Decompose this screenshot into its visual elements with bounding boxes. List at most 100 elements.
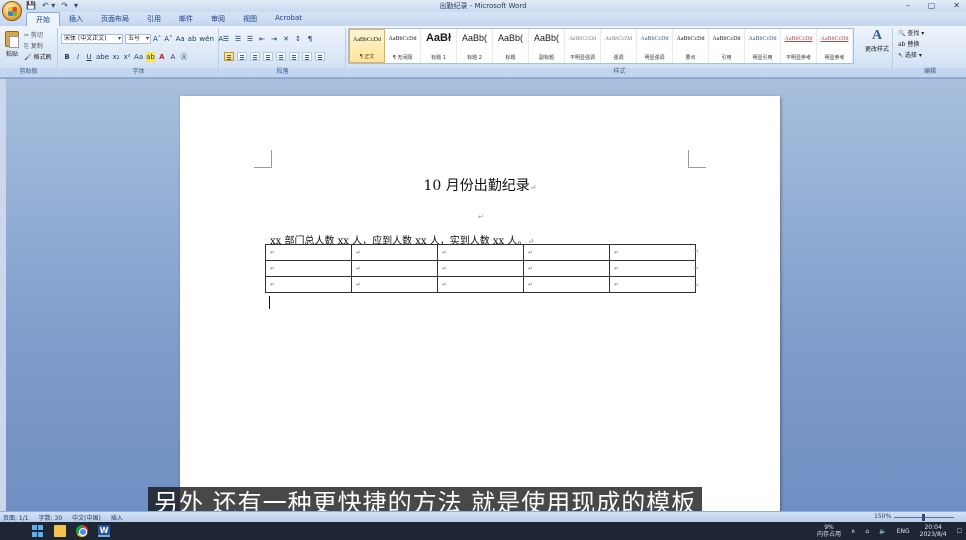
zoom-slider-thumb[interactable]	[922, 514, 925, 521]
document-heading[interactable]: 10 月份出勤纪录↵	[180, 175, 780, 195]
style-tile[interactable]: AaBb(标题	[493, 29, 529, 63]
table-cell[interactable]: ↵	[351, 260, 438, 277]
shrink-font-button[interactable]: A˅	[164, 34, 172, 44]
change-case-button[interactable]: Aa	[176, 34, 185, 44]
line-spacing-button[interactable]	[289, 52, 299, 61]
table-cell[interactable]: ↵	[265, 244, 352, 261]
italic-button[interactable]: I	[74, 52, 82, 62]
tab-home[interactable]: 开始	[26, 12, 60, 26]
file-explorer-icon[interactable]	[54, 525, 66, 537]
underline-button[interactable]: U	[85, 52, 93, 62]
table-cell[interactable]: ↵	[523, 260, 610, 277]
close-button[interactable]: ✕	[953, 0, 960, 12]
tab-view[interactable]: 视图	[234, 12, 266, 26]
cut-button[interactable]: ✂ 剪切	[24, 30, 52, 41]
table-cell[interactable]: ↵	[437, 276, 524, 293]
decrease-indent-button[interactable]: ⇤	[258, 34, 266, 44]
style-tile[interactable]: AaBbCcDd 强调	[601, 29, 637, 63]
shading-button[interactable]	[302, 52, 312, 61]
style-tile[interactable]: AaBbCcDd 不明显强调	[565, 29, 601, 63]
sort-button[interactable]: ↕	[294, 34, 302, 44]
char-shading-button[interactable]: A	[169, 52, 177, 62]
tab-references[interactable]: 引用	[138, 12, 170, 26]
table-cell[interactable]: ↵	[523, 276, 610, 293]
font-size-dropdown[interactable]: 五号	[125, 34, 151, 44]
format-painter-button[interactable]: 🖌 格式刷	[24, 52, 52, 63]
strikethrough-button[interactable]: abe	[96, 52, 109, 62]
page-count[interactable]: 页面: 1/1	[3, 513, 29, 522]
table-cell[interactable]: ↵	[609, 276, 696, 293]
font-name-dropdown[interactable]: 宋体 (中文正文)	[61, 34, 123, 44]
style-tile[interactable]: AaBbCcDd ¶ 正文	[349, 29, 385, 63]
tab-review[interactable]: 审阅	[202, 12, 234, 26]
clock[interactable]: 20:04 2023/8/4	[920, 524, 947, 538]
tab-acrobat[interactable]: Acrobat	[266, 12, 311, 26]
phonetic-guide-button[interactable]: wén	[199, 34, 213, 44]
table-cell[interactable]: ↵	[437, 244, 524, 261]
table-cell[interactable]: ↵	[609, 244, 696, 261]
tab-mailings[interactable]: 邮件	[170, 12, 202, 26]
style-tile[interactable]: AaBbCcDd 明显参考	[817, 29, 853, 63]
attendance-table[interactable]: ↵ ↵ ↵ ↵ ↵ ↵ ↵ ↵ ↵ ↵ ↵ ↵ ↵ ↵ ↵	[265, 244, 696, 293]
numbering-button[interactable]: ☰	[234, 34, 242, 44]
chrome-icon[interactable]	[76, 525, 88, 537]
subscript-button[interactable]: x₂	[112, 52, 120, 62]
word-taskbar-icon[interactable]: W	[98, 525, 110, 537]
tab-page-layout[interactable]: 页面布局	[92, 12, 138, 26]
style-tile[interactable]: AaBb(副标题	[529, 29, 565, 63]
memory-usage[interactable]: 9% 内存占用	[817, 524, 841, 538]
table-cell[interactable]: ↵	[265, 260, 352, 277]
network-icon[interactable]: ⌂	[865, 528, 869, 535]
align-center-button[interactable]	[237, 52, 247, 61]
font-color-button[interactable]: A	[158, 52, 166, 62]
style-tile[interactable]: AaBł 标题 1	[421, 29, 457, 63]
find-button[interactable]: 🔍 查找 ▾	[898, 28, 924, 39]
clear-format-button[interactable]: ab	[188, 34, 197, 44]
style-tile[interactable]: AaBbCcDd 要点	[673, 29, 709, 63]
copy-button[interactable]: ⎘ 复制	[24, 41, 52, 52]
notification-icon[interactable]: ☐	[957, 528, 962, 535]
maximize-button[interactable]: ▢	[928, 0, 936, 12]
style-tile[interactable]: AaBbCcDd 不明显参考	[781, 29, 817, 63]
table-cell[interactable]: ↵	[351, 244, 438, 261]
bold-button[interactable]: B	[63, 52, 71, 62]
word-count[interactable]: 字数: 30	[39, 513, 63, 522]
replace-button[interactable]: ab 替换	[898, 39, 924, 50]
style-tile[interactable]: AaBbCcDd ¶ 无间隔	[385, 29, 421, 63]
justify-button[interactable]	[263, 52, 273, 61]
zoom-level[interactable]: 150%	[874, 513, 891, 520]
increase-indent-button[interactable]: ⇥	[270, 34, 278, 44]
language-indicator[interactable]: 中文(中国)	[72, 513, 101, 522]
volume-icon[interactable]: 🔈	[879, 528, 886, 535]
bullets-button[interactable]: ☰	[222, 34, 230, 44]
table-cell[interactable]: ↵	[609, 260, 696, 277]
table-cell[interactable]: ↵	[523, 244, 610, 261]
table-cell[interactable]: ↵	[351, 276, 438, 293]
windows-start-icon[interactable]	[32, 525, 44, 537]
document-page[interactable]: 10 月份出勤纪录↵ ↵ xx 部门总人数 xx 人，应到人数 xx 人，实到人…	[180, 96, 780, 516]
borders-button[interactable]	[315, 52, 325, 61]
tab-insert[interactable]: 插入	[60, 12, 92, 26]
show-marks-button[interactable]: ¶	[306, 34, 314, 44]
highlight-button[interactable]: ab	[146, 52, 155, 62]
change-styles-button[interactable]: A 更改样式	[862, 28, 892, 64]
chinese-layout-button[interactable]: ✕	[282, 34, 290, 44]
change-case-button-2[interactable]: Aa	[134, 52, 143, 62]
distribute-button[interactable]	[276, 52, 286, 61]
align-left-button[interactable]	[224, 52, 234, 61]
insert-mode-indicator[interactable]: 插入	[111, 513, 123, 522]
table-cell[interactable]: ↵	[437, 260, 524, 277]
style-tile[interactable]: AaBbCcDd 明显强调	[637, 29, 673, 63]
align-right-button[interactable]	[250, 52, 260, 61]
style-tile[interactable]: AaBb(标题 2	[457, 29, 493, 63]
superscript-button[interactable]: x²	[123, 52, 131, 62]
grow-font-button[interactable]: A˄	[153, 34, 161, 44]
table-cell[interactable]: ↵	[265, 276, 352, 293]
input-method-indicator[interactable]: ENG	[897, 528, 910, 535]
select-button[interactable]: ↖ 选择 ▾	[898, 50, 924, 61]
enclose-char-button[interactable]: Ⓐ	[180, 52, 188, 62]
multilevel-list-button[interactable]: ☰	[246, 34, 254, 44]
tray-overflow-icon[interactable]: ∧	[851, 528, 855, 535]
paste-button[interactable]: 粘贴	[4, 30, 20, 60]
style-tile[interactable]: AaBbCcDd 引用	[709, 29, 745, 63]
